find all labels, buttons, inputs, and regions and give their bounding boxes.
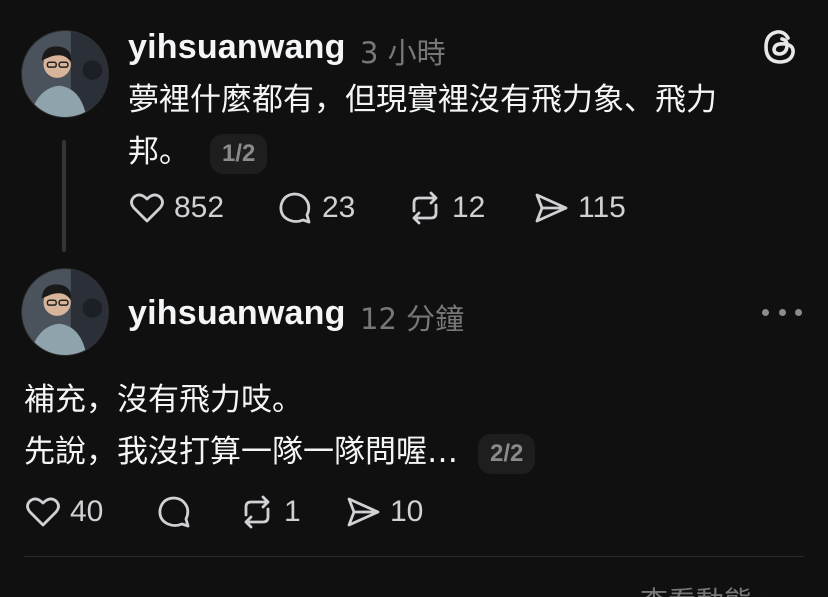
post-text: 夢裡什麼都有，但現實裡沒有飛力象、飛力 邦。 1/2 <box>128 74 798 178</box>
more-dot <box>762 308 769 316</box>
post-text-line: 邦。 1/2 <box>128 126 798 178</box>
more-horizontal-icon[interactable] <box>762 300 802 324</box>
send-icon <box>344 493 382 531</box>
heart-icon <box>128 189 166 227</box>
like-count: 40 <box>70 495 104 528</box>
divider <box>24 556 804 557</box>
repost-count: 1 <box>284 495 301 528</box>
post-username[interactable]: yihsuanwang <box>128 28 346 67</box>
share-button[interactable]: 10 <box>344 492 423 532</box>
post-username[interactable]: yihsuanwang <box>128 294 346 333</box>
post-text-line: 夢裡什麼都有，但現實裡沒有飛力象、飛力 <box>128 82 717 118</box>
share-count: 10 <box>390 495 424 528</box>
threads-logo-icon[interactable] <box>760 26 800 68</box>
post-text-line: 補充，沒有飛力吱。 <box>24 382 303 418</box>
avatar[interactable] <box>21 268 109 356</box>
repost-icon <box>406 189 444 227</box>
see-activity-link[interactable]: 查看動態 › <box>640 580 772 597</box>
share-count: 115 <box>578 191 626 224</box>
send-icon <box>532 189 570 227</box>
post-text-line: 先說，我沒打算一隊一隊問喔… 2/2 <box>24 426 804 478</box>
like-count: 852 <box>174 191 225 224</box>
more-dot <box>795 308 802 316</box>
avatar-photo <box>22 31 108 117</box>
comment-icon <box>155 493 193 531</box>
post-text-line-2: 先說，我沒打算一隊一隊問喔… <box>24 434 458 470</box>
like-button[interactable]: 40 <box>24 492 103 532</box>
repost-button[interactable]: 1 <box>238 492 301 532</box>
like-button[interactable]: 852 <box>128 188 224 228</box>
repost-icon <box>238 493 276 531</box>
post-text-line-2: 邦。 <box>128 134 190 170</box>
repost-count: 12 <box>452 191 486 224</box>
reply-button[interactable]: 23 <box>276 188 355 228</box>
thread-connector-line <box>62 140 66 252</box>
reply-button[interactable] <box>155 492 201 532</box>
thread-pager-badge[interactable]: 2/2 <box>478 433 536 474</box>
share-button[interactable]: 115 <box>532 188 626 228</box>
post-text: 補充，沒有飛力吱。 先說，我沒打算一隊一隊問喔… 2/2 <box>24 374 804 478</box>
repost-button[interactable]: 12 <box>406 188 485 228</box>
post-time: 3 小時 <box>360 36 446 70</box>
avatar[interactable] <box>21 30 109 118</box>
comment-icon <box>276 189 314 227</box>
thread-pager-badge[interactable]: 1/2 <box>210 133 268 174</box>
reply-count: 23 <box>322 191 356 224</box>
more-dot <box>778 308 786 316</box>
heart-icon <box>24 493 62 531</box>
post-time: 12 分鐘 <box>360 302 465 336</box>
avatar-photo <box>22 269 108 355</box>
